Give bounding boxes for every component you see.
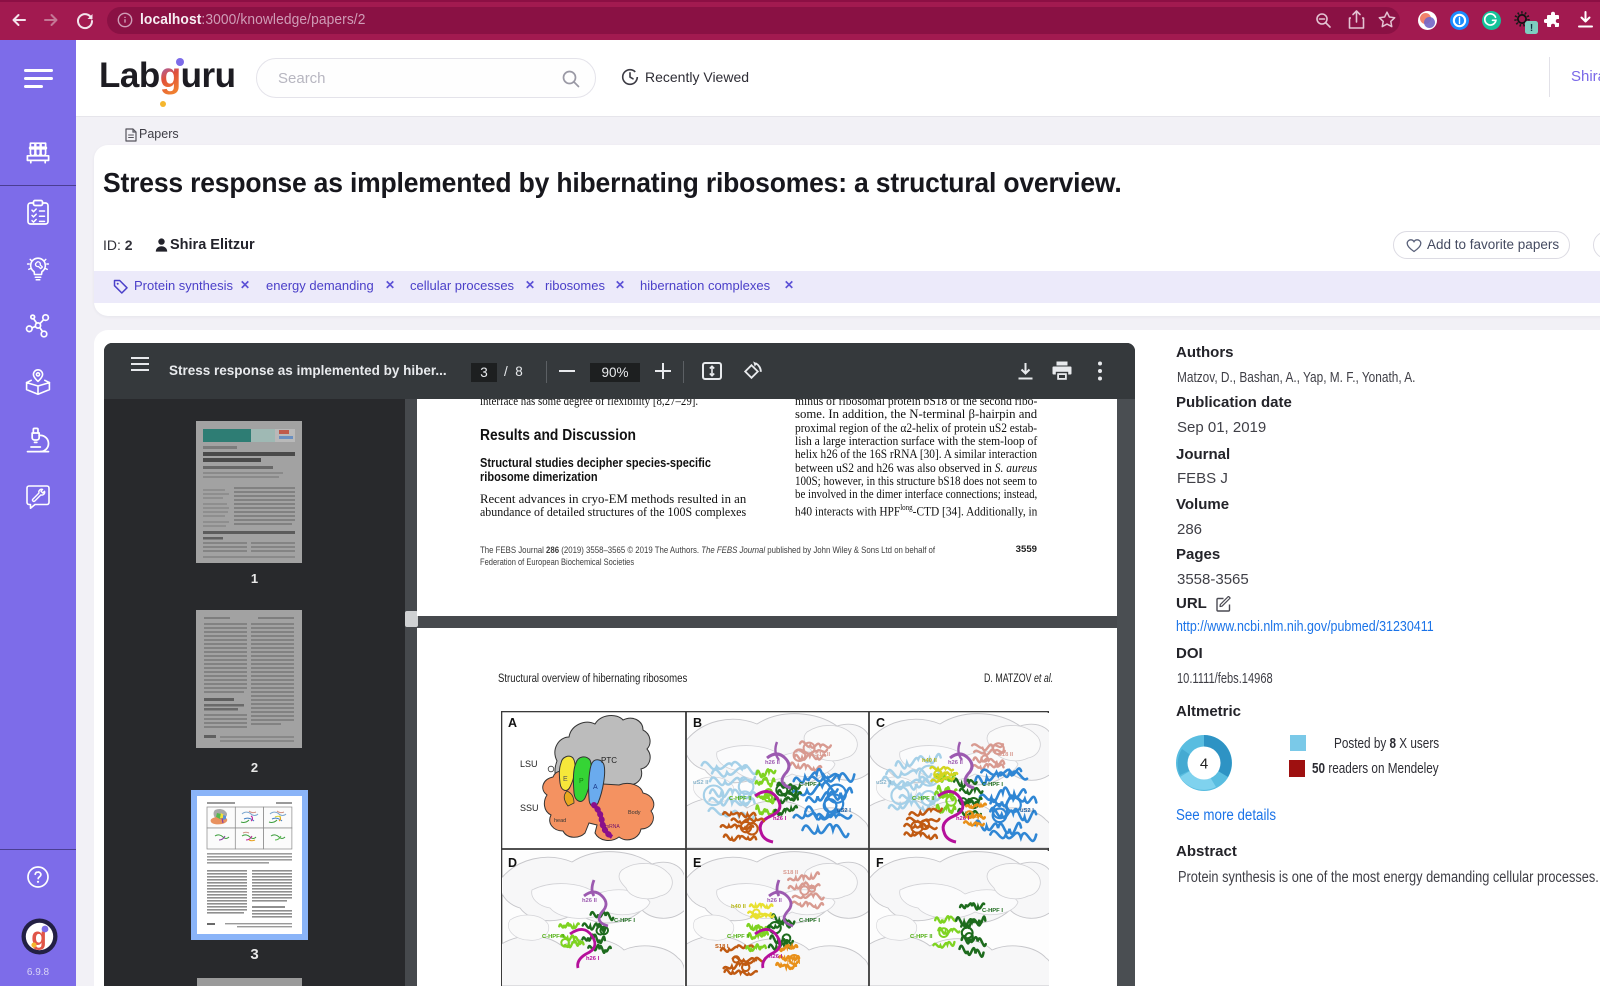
svg-text:uS2 I: uS2 I <box>837 808 851 814</box>
svg-text:A: A <box>508 716 517 730</box>
svg-text:A: A <box>593 784 598 791</box>
svg-text:SSU: SSU <box>520 803 539 813</box>
svg-text:C-HPF I: C-HPF I <box>982 908 1003 914</box>
svg-text:P: P <box>579 778 584 785</box>
svg-text:mRNA: mRNA <box>605 824 620 830</box>
svg-text:h26 II: h26 II <box>765 760 780 766</box>
svg-text:h40 II: h40 II <box>731 904 746 910</box>
svg-text:C-HPF I: C-HPF I <box>982 782 1003 788</box>
svg-text:PTC: PTC <box>601 756 617 765</box>
svg-text:C-HPF II: C-HPF II <box>910 934 933 940</box>
svg-text:E: E <box>693 856 701 870</box>
svg-text:F: F <box>876 856 884 870</box>
svg-text:D: D <box>508 856 517 870</box>
svg-text:S18 II: S18 II <box>815 752 831 758</box>
svg-text:h26 II: h26 II <box>767 898 782 904</box>
svg-text:h26 I: h26 I <box>769 954 783 960</box>
svg-text:h40 II: h40 II <box>922 758 937 764</box>
svg-text:C-HPF II: C-HPF II <box>727 934 750 940</box>
svg-text:!: ! <box>1530 23 1533 34</box>
svg-text:h26 I: h26 I <box>586 956 600 962</box>
svg-text:h40 I: h40 I <box>968 814 982 820</box>
svg-text:C-HPF I: C-HPF I <box>799 918 820 924</box>
svg-text:C-HPF II: C-HPF II <box>912 796 935 802</box>
svg-text:h40 I: h40 I <box>787 960 801 966</box>
svg-text:S18 II: S18 II <box>783 870 799 876</box>
svg-text:Body: Body <box>628 810 641 816</box>
svg-text:h26 I: h26 I <box>956 816 970 822</box>
svg-text:C-HPF II: C-HPF II <box>729 796 752 802</box>
svg-text:head: head <box>554 818 566 824</box>
svg-text:C-HPF I: C-HPF I <box>614 918 635 924</box>
svg-text:uS2 II: uS2 II <box>693 780 709 786</box>
svg-text:C: C <box>876 716 885 730</box>
svg-text:C-HPF I: C-HPF I <box>799 782 820 788</box>
svg-text:uS2 II: uS2 II <box>876 780 892 786</box>
svg-text:4: 4 <box>1200 756 1208 773</box>
svg-text:S18 II: S18 II <box>998 752 1014 758</box>
svg-text:h26 I: h26 I <box>773 816 787 822</box>
svg-text:C-HPF II: C-HPF II <box>542 934 565 940</box>
svg-text:LSU: LSU <box>520 759 538 769</box>
svg-text:B: B <box>693 716 702 730</box>
svg-text:h26 II: h26 II <box>582 898 597 904</box>
svg-text:S18 I: S18 I <box>715 944 729 950</box>
svg-text:E: E <box>563 776 568 783</box>
svg-text:h26 II: h26 II <box>948 760 963 766</box>
svg-text:uS2 I: uS2 I <box>1020 808 1034 814</box>
